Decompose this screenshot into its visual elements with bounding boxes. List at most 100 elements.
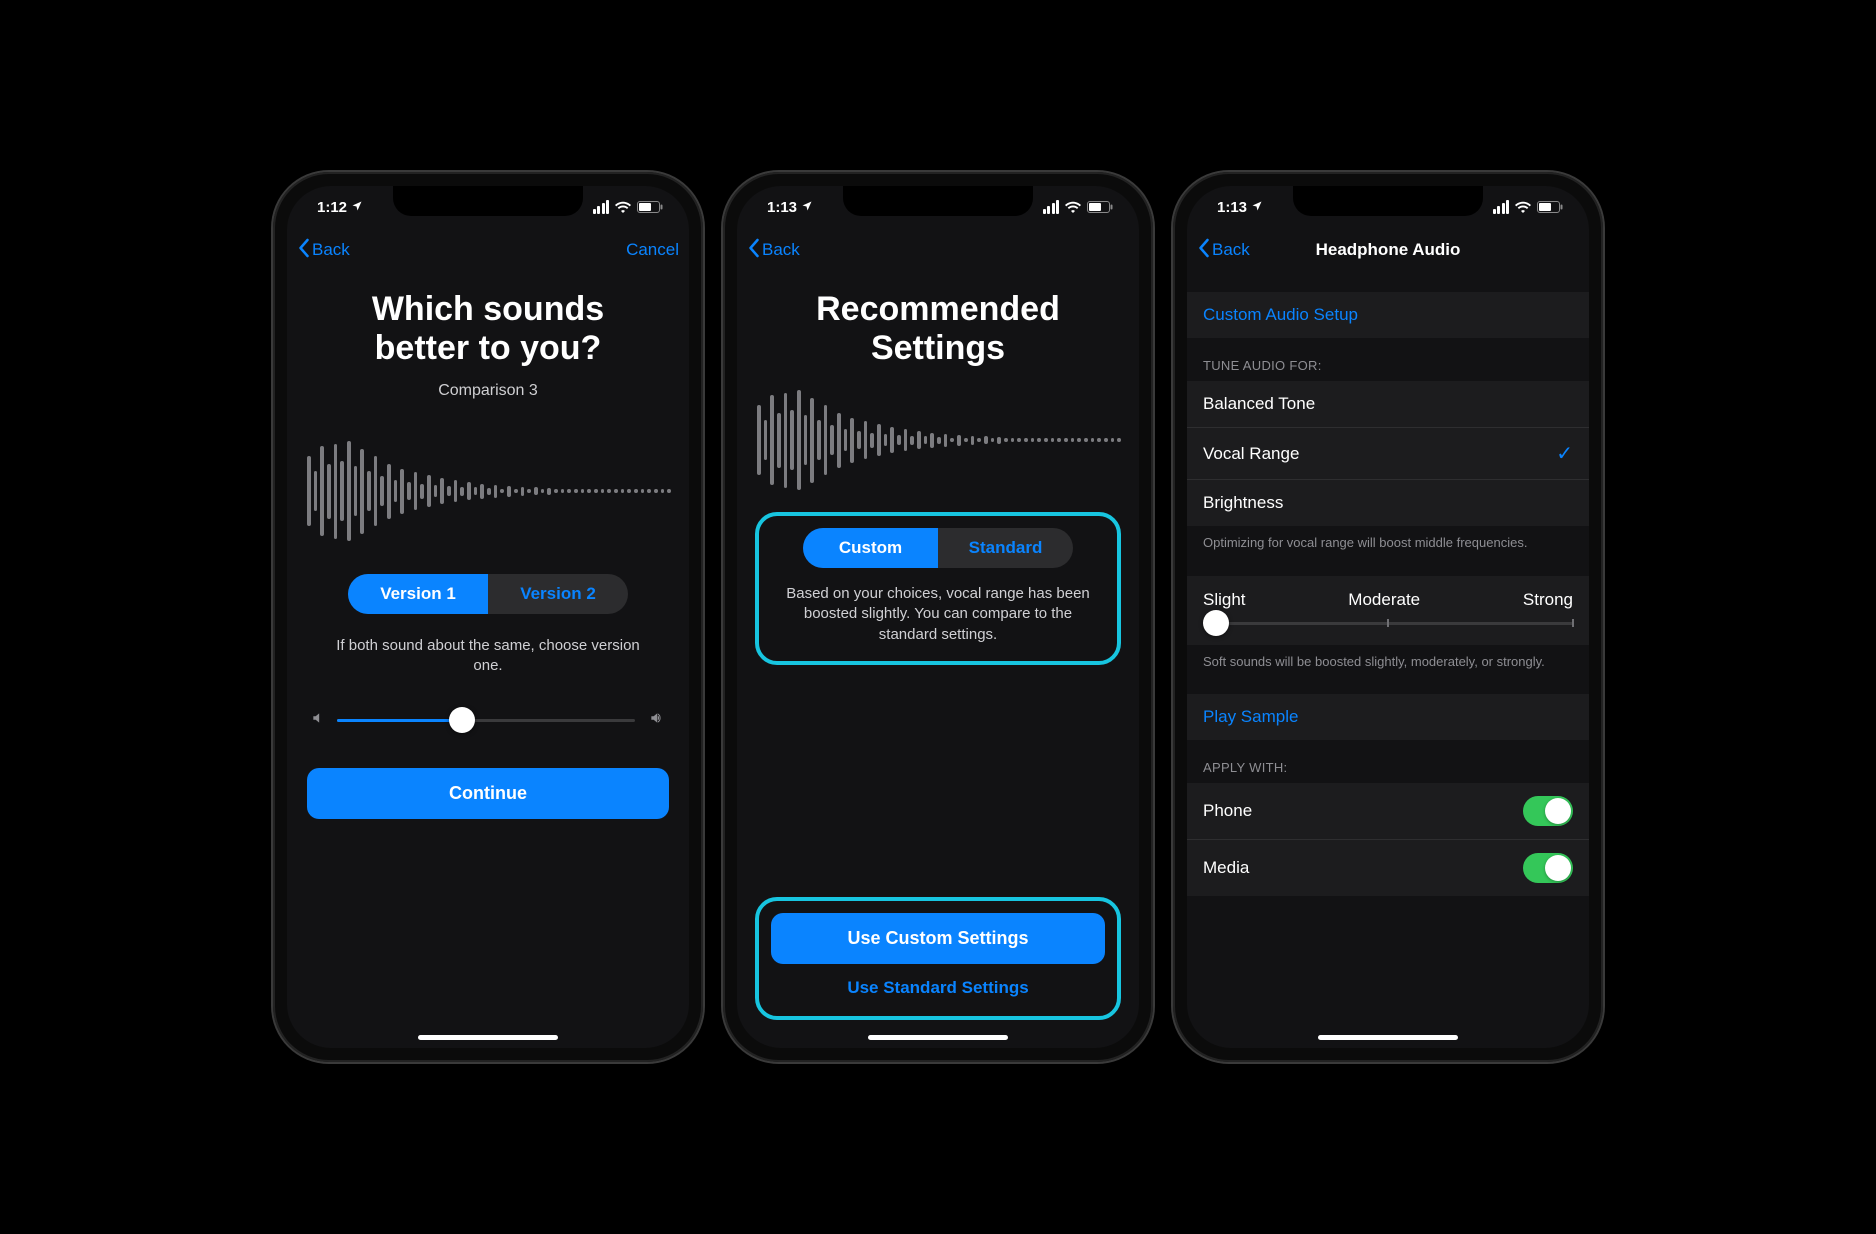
status-time: 1:12 <box>317 199 347 216</box>
location-arrow-icon <box>801 199 813 216</box>
screen-1: 1:12 Back Cance <box>287 186 689 1048</box>
cellular-signal-icon <box>1043 200 1060 214</box>
home-indicator[interactable] <box>868 1035 1008 1040</box>
apply-with-group: Phone Media <box>1187 783 1589 896</box>
play-sample-row[interactable]: Play Sample <box>1187 694 1589 740</box>
wifi-icon <box>1065 201 1081 213</box>
phone-frame-2: 1:13 Back <box>723 172 1153 1062</box>
play-sample-label: Play Sample <box>1203 707 1298 727</box>
vocal-range-label: Vocal Range <box>1203 444 1299 464</box>
volume-slider-thumb[interactable] <box>449 707 475 733</box>
home-indicator[interactable] <box>1318 1035 1458 1040</box>
back-button[interactable]: Back <box>747 238 800 263</box>
tune-option-vocal[interactable]: Vocal Range ✓ <box>1187 428 1589 480</box>
segment-standard[interactable]: Standard <box>938 528 1073 568</box>
apply-phone-label: Phone <box>1203 801 1252 821</box>
title-line1: Recommended <box>755 290 1121 329</box>
waveform-graphic <box>757 390 1121 490</box>
page-title: Which sounds better to you? <box>305 290 671 368</box>
continue-button[interactable]: Continue <box>307 768 669 819</box>
cellular-signal-icon <box>593 200 610 214</box>
apply-phone-row: Phone <box>1187 783 1589 840</box>
nav-bar: Back <box>737 228 1139 272</box>
segment-custom[interactable]: Custom <box>803 528 938 568</box>
custom-audio-setup-row[interactable]: Custom Audio Setup <box>1187 292 1589 338</box>
notch <box>1293 186 1483 216</box>
waveform-graphic <box>307 436 671 546</box>
title-line2: Settings <box>755 329 1121 368</box>
page-title: Recommended Settings <box>755 290 1121 368</box>
location-arrow-icon <box>1251 199 1263 216</box>
tune-option-brightness[interactable]: Brightness <box>1187 480 1589 526</box>
tune-option-balanced[interactable]: Balanced Tone <box>1187 381 1589 428</box>
tune-audio-header: TUNE AUDIO FOR: <box>1187 338 1589 381</box>
nav-bar: Back Headphone Audio <box>1187 228 1589 272</box>
custom-audio-setup-group: Custom Audio Setup <box>1187 292 1589 338</box>
strength-label-moderate: Moderate <box>1348 590 1420 610</box>
highlight-box-segments: Custom Standard Based on your choices, v… <box>755 512 1121 665</box>
brightness-label: Brightness <box>1203 493 1283 513</box>
nav-title: Headphone Audio <box>1316 240 1461 260</box>
apply-media-row: Media <box>1187 840 1589 896</box>
screen-2: 1:13 Back <box>737 186 1139 1048</box>
use-custom-settings-button[interactable]: Use Custom Settings <box>771 913 1105 964</box>
chevron-left-icon <box>297 238 310 263</box>
screen-3: 1:13 Back Headp <box>1187 186 1589 1048</box>
apply-media-label: Media <box>1203 858 1249 878</box>
apply-media-toggle[interactable] <box>1523 853 1573 883</box>
balanced-tone-label: Balanced Tone <box>1203 394 1315 414</box>
checkmark-icon: ✓ <box>1556 441 1573 466</box>
highlight-box-actions: Use Custom Settings Use Standard Setting… <box>755 897 1121 1020</box>
description-text: Based on your choices, vocal range has b… <box>777 584 1099 645</box>
volume-low-icon <box>311 711 325 730</box>
title-line1: Which sounds <box>305 290 671 329</box>
content-area: Custom Audio Setup TUNE AUDIO FOR: Balan… <box>1187 272 1589 1048</box>
segment-version-1[interactable]: Version 1 <box>348 574 488 614</box>
phone-frame-3: 1:13 Back Headp <box>1173 172 1603 1062</box>
strength-slider[interactable] <box>1203 622 1573 625</box>
content-area: Recommended Settings Custom Standard Bas… <box>737 272 1139 1048</box>
segment-version-2[interactable]: Version 2 <box>488 574 628 614</box>
strength-slider-thumb[interactable] <box>1203 610 1229 636</box>
chevron-left-icon <box>747 238 760 263</box>
back-button[interactable]: Back <box>297 238 350 263</box>
strength-footer: Soft sounds will be boosted slightly, mo… <box>1187 645 1589 675</box>
battery-icon <box>637 201 663 213</box>
volume-high-icon <box>647 711 665 730</box>
play-sample-group: Play Sample <box>1187 694 1589 740</box>
use-standard-settings-button[interactable]: Use Standard Settings <box>769 964 1107 1012</box>
volume-slider[interactable] <box>337 719 635 722</box>
chevron-left-icon <box>1197 238 1210 263</box>
back-label: Back <box>762 240 800 260</box>
custom-standard-segmented-control[interactable]: Custom Standard <box>803 528 1073 568</box>
back-label: Back <box>1212 240 1250 260</box>
version-segmented-control[interactable]: Version 1 Version 2 <box>348 574 628 614</box>
nav-bar: Back Cancel <box>287 228 689 272</box>
custom-audio-setup-label: Custom Audio Setup <box>1203 305 1358 325</box>
tune-audio-group: Balanced Tone Vocal Range ✓ Brightness <box>1187 381 1589 526</box>
cancel-button[interactable]: Cancel <box>626 240 679 260</box>
battery-icon <box>1537 201 1563 213</box>
content-area: Which sounds better to you? Comparison 3… <box>287 272 689 1048</box>
location-arrow-icon <box>351 199 363 216</box>
status-time: 1:13 <box>1217 199 1247 216</box>
notch <box>393 186 583 216</box>
phone-frame-1: 1:12 Back Cance <box>273 172 703 1062</box>
notch <box>843 186 1033 216</box>
back-button[interactable]: Back <box>1197 238 1250 263</box>
comparison-label: Comparison 3 <box>305 382 671 400</box>
wifi-icon <box>615 201 631 213</box>
status-time: 1:13 <box>767 199 797 216</box>
tune-footer: Optimizing for vocal range will boost mi… <box>1187 526 1589 556</box>
home-indicator[interactable] <box>418 1035 558 1040</box>
strength-slider-group: Slight Moderate Strong <box>1187 576 1589 645</box>
strength-label-strong: Strong <box>1523 590 1573 610</box>
title-line2: better to you? <box>305 329 671 368</box>
strength-label-slight: Slight <box>1203 590 1246 610</box>
wifi-icon <box>1515 201 1531 213</box>
battery-icon <box>1087 201 1113 213</box>
apply-with-header: APPLY WITH: <box>1187 740 1589 783</box>
hint-text: If both sound about the same, choose ver… <box>325 636 651 677</box>
apply-phone-toggle[interactable] <box>1523 796 1573 826</box>
cellular-signal-icon <box>1493 200 1510 214</box>
